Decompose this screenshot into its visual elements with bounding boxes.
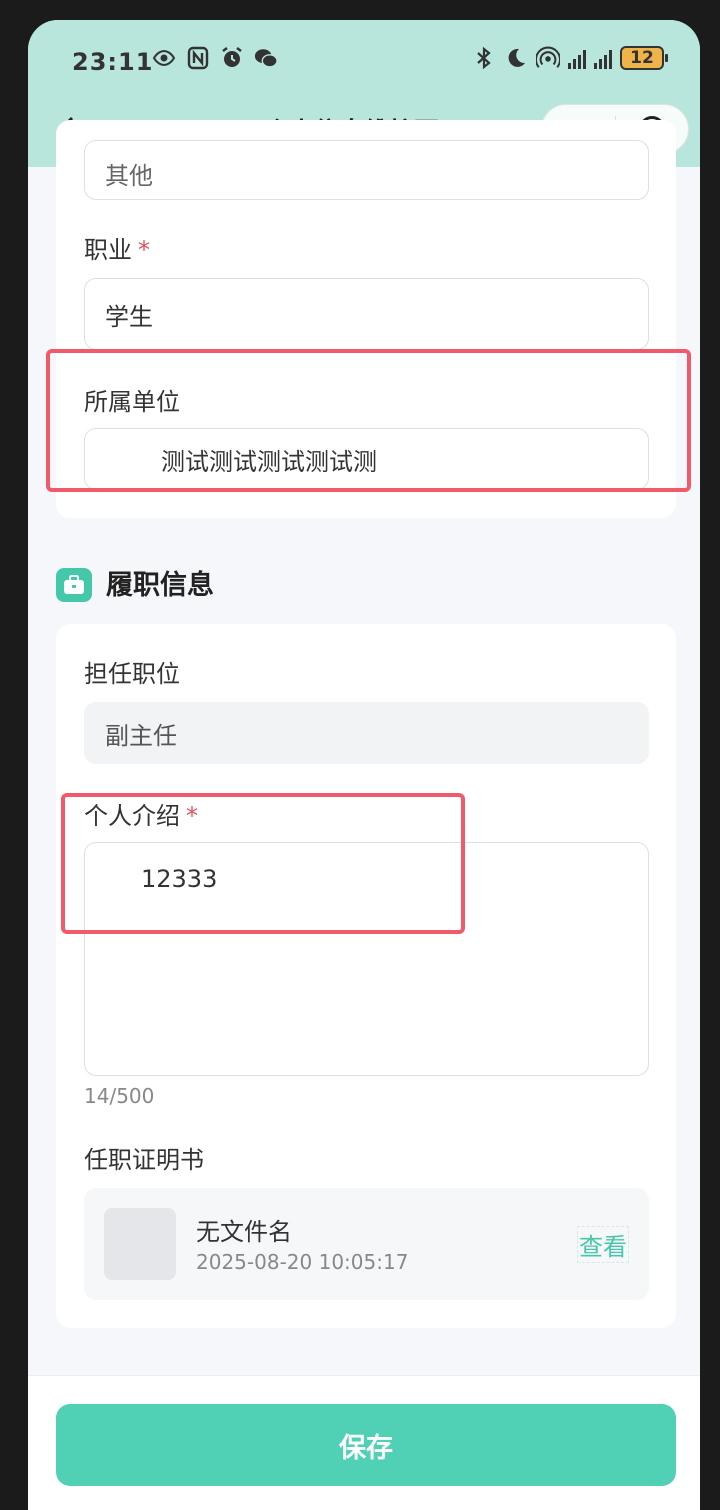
intro-counter: 14/500 <box>84 1084 155 1108</box>
intro-label: 个人介绍 * <box>84 802 198 830</box>
required-mark: * <box>186 802 198 830</box>
unit-label: 所属单位 <box>84 388 180 416</box>
briefcase-icon <box>56 568 92 602</box>
unit-input[interactable]: 测试测试测试测试测 <box>84 428 649 490</box>
intro-textarea[interactable]: 12333 <box>84 842 649 1076</box>
position-input: 副主任 <box>84 702 649 764</box>
occupation-label: 职业 * <box>84 236 150 264</box>
file-name: 无文件名 <box>196 1218 292 1246</box>
position-label: 担任职位 <box>84 660 180 688</box>
unit-value: 测试测试测试测试测 <box>161 447 377 476</box>
required-mark: * <box>138 236 150 264</box>
file-time: 2025-08-20 10:05:17 <box>196 1250 409 1274</box>
phone-screen: 23:11 12 其他 职业 * 学生 所属单位 测试测试测试测试测 履职信息 … <box>28 20 700 1510</box>
bottom-bar: 保存 <box>28 1375 700 1510</box>
occupation-value: 学生 <box>105 302 153 331</box>
certificate-file-item: 无文件名 2025-08-20 10:05:17 查看 <box>84 1188 649 1300</box>
position-value: 副主任 <box>105 721 177 750</box>
file-thumbnail <box>104 1208 176 1280</box>
view-file-button[interactable]: 查看 <box>577 1226 629 1263</box>
section-title: 履职信息 <box>106 570 214 601</box>
intro-value: 12333 <box>141 865 218 893</box>
save-button[interactable]: 保存 <box>56 1404 676 1486</box>
certificate-label: 任职证明书 <box>84 1146 204 1174</box>
occupation-input[interactable]: 学生 <box>84 278 649 350</box>
